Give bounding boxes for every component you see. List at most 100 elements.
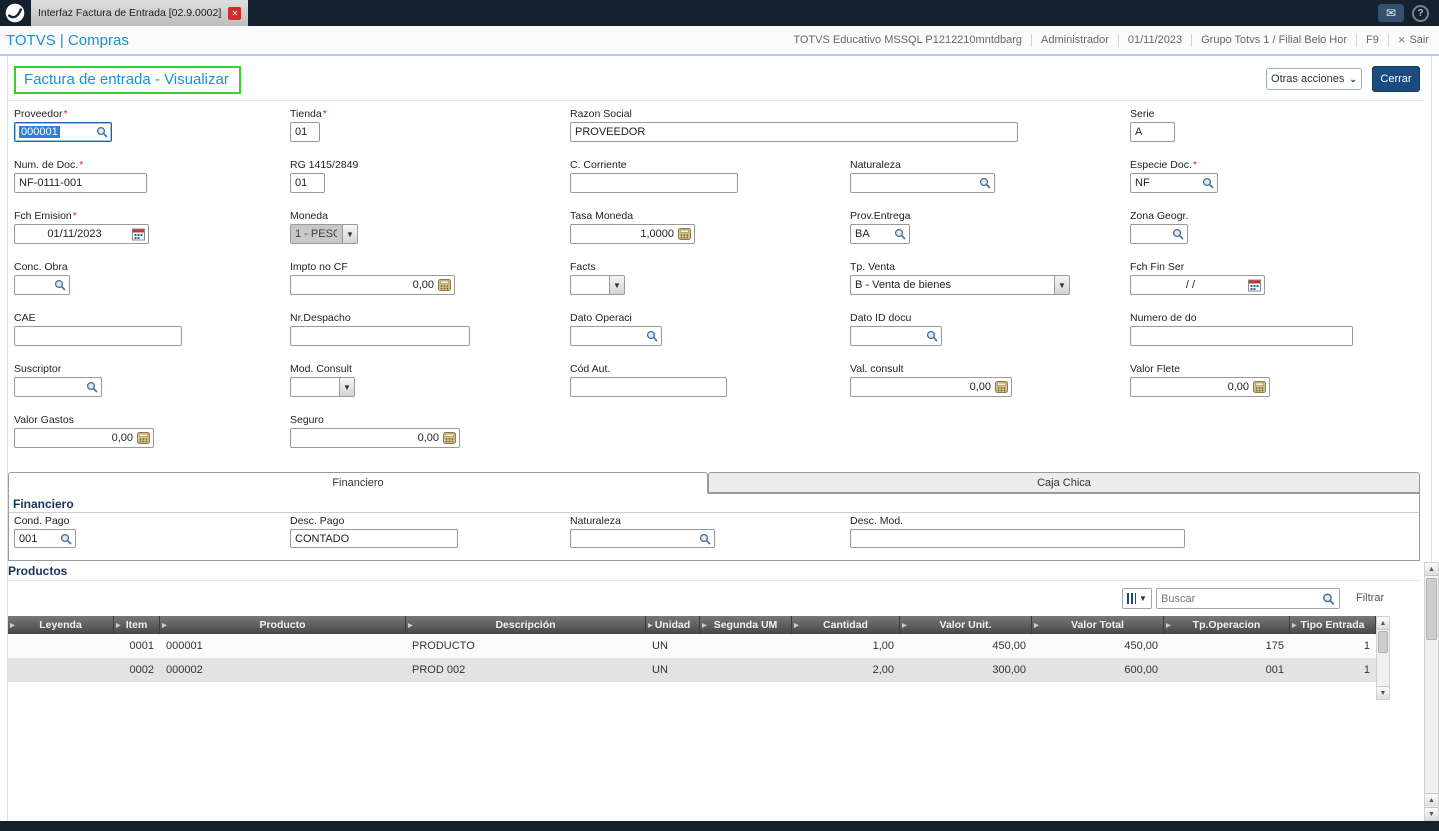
column-header-cantidad[interactable]: ▶ Cantidad [792,616,900,634]
rg-input[interactable]: 01 [290,173,325,193]
tab-caja-chica[interactable]: Caja Chica [708,472,1420,493]
field-label: Valor Gastos [14,414,74,426]
window-tab[interactable]: Interfaz Factura de Entrada [02.9.0002] … [31,0,249,26]
calendar-icon[interactable] [1248,279,1261,292]
exit-button[interactable]: Sair [1409,34,1429,46]
mod-consult-select[interactable]: ▼ [290,377,355,397]
scroll-up-icon[interactable]: ▲ [1377,617,1389,630]
proveedor-input[interactable]: 000001 [14,122,112,142]
calculator-icon[interactable] [438,279,451,291]
cod-aut-input[interactable] [570,377,727,397]
cond-pago-input[interactable]: 001 [14,529,76,548]
nr-despacho-input[interactable] [290,326,470,346]
column-header-unidad[interactable]: ▶ Unidad [646,616,700,634]
column-header-producto[interactable]: ▶ Producto [160,616,406,634]
search-icon[interactable] [894,228,906,240]
valor-gastos-input[interactable]: 0,00 [14,428,154,448]
search-icon[interactable] [60,533,72,545]
calculator-icon[interactable] [443,432,456,444]
search-icon[interactable] [699,533,711,545]
zona-geogr-input[interactable] [1130,224,1188,244]
search-icon[interactable] [926,330,938,342]
grid-search-input[interactable] [1161,590,1317,607]
naturaleza-input[interactable] [850,173,995,193]
calculator-icon[interactable] [678,228,691,240]
desc-pago-input[interactable]: CONTADO [290,529,458,548]
scroll-down-icon[interactable]: ▼ [1425,807,1438,820]
especie-doc-input[interactable]: NF [1130,173,1218,193]
column-header-leyenda[interactable]: ▶ Leyenda [8,616,114,634]
search-icon[interactable] [54,279,66,291]
fch-emision-input[interactable]: 01/11/2023 [14,224,149,244]
grid-columns-button[interactable]: ▼ [1122,588,1152,609]
calendar-icon[interactable] [132,228,145,241]
suscriptor-input[interactable] [14,377,102,397]
table-row[interactable]: 0001 000001 PRODUCTO UN 1,00 450,00 450,… [8,634,1376,658]
column-header-tipo-entrada[interactable]: ▶ Tipo Entrada [1290,616,1376,634]
column-header-item[interactable]: ▶ Item [114,616,160,634]
search-icon[interactable] [1322,592,1335,605]
search-icon[interactable] [1202,177,1214,189]
prov-entrega-input[interactable]: BA [850,224,910,244]
page-vertical-scrollbar[interactable]: ▲ ▲ ▼ [1424,562,1439,821]
title-separator [8,100,1424,101]
scroll-up-icon[interactable]: ▲ [1425,793,1438,806]
serie-input[interactable]: A [1130,122,1175,142]
cae-input[interactable] [14,326,182,346]
field-label: CAE [14,312,36,324]
dropdown-arrow-icon[interactable]: ▼ [609,276,624,294]
tab-close-icon[interactable]: ✕ [228,6,242,20]
impto-no-cf-input[interactable]: 0,00 [290,275,455,295]
table-row[interactable]: 0002 000002 PROD 002 UN 2,00 300,00 600,… [8,658,1376,682]
search-icon[interactable] [979,177,991,189]
column-header-tp-operacion[interactable]: ▶ Tp.Operacion [1164,616,1290,634]
cell-unidad: UN [652,664,668,676]
tasa-moneda-input[interactable]: 1,0000 [570,224,695,244]
conc-obra-input[interactable] [14,275,70,295]
column-header-valor-unit[interactable]: ▶ Valor Unit. [900,616,1032,634]
calculator-icon[interactable] [995,381,1008,393]
column-header-descripcion[interactable]: ▶ Descripción [406,616,646,634]
calculator-icon[interactable] [137,432,150,444]
column-header-segunda-um[interactable]: ▶ Segunda UM [700,616,792,634]
help-icon[interactable]: ? [1412,4,1429,22]
dato-operaci-input[interactable] [570,326,662,346]
divider [1191,33,1193,47]
module-title: TOTVS | Compras [6,31,129,49]
desc-mod-input[interactable] [850,529,1185,548]
grid-vertical-scrollbar[interactable]: ▲ ▼ [1376,616,1390,700]
search-icon[interactable] [96,126,108,138]
dato-id-docu-input[interactable] [850,326,942,346]
seguro-input[interactable]: 0,00 [290,428,460,448]
fch-fin-ser-input[interactable]: / / [1130,275,1265,295]
c-corriente-input[interactable] [570,173,738,193]
val-consult-input[interactable]: 0,00 [850,377,1012,397]
tienda-input[interactable]: 01 [290,122,320,142]
scrollbar-thumb[interactable] [1426,578,1437,640]
scroll-up-icon[interactable]: ▲ [1425,563,1438,576]
moneda-select[interactable]: 1 - PESC ▼ [290,224,358,244]
otras-acciones-button[interactable]: Otras acciones ⌄ [1266,68,1362,90]
mail-icon[interactable]: ✉ [1378,4,1404,22]
calculator-icon[interactable] [1253,381,1266,393]
num-doc-input[interactable]: NF-0111-001 [14,173,147,193]
search-icon[interactable] [86,381,98,393]
tab-financiero[interactable]: Financiero [8,472,708,494]
razon-social-input[interactable]: PROVEEDOR [570,122,1018,142]
valor-flete-input[interactable]: 0,00 [1130,377,1270,397]
cerrar-button[interactable]: Cerrar [1372,66,1420,92]
search-icon[interactable] [646,330,658,342]
numero-de-do-input[interactable] [1130,326,1353,346]
filtrar-link[interactable]: Filtrar [1356,592,1384,604]
dropdown-arrow-icon[interactable]: ▼ [339,378,354,396]
f9-shortcut[interactable]: F9 [1366,34,1379,46]
naturaleza-financiero-input[interactable] [570,529,715,548]
scroll-down-icon[interactable]: ▼ [1377,686,1389,699]
dropdown-arrow-icon[interactable]: ▼ [342,225,357,243]
column-header-valor-total[interactable]: ▶ Valor Total [1032,616,1164,634]
scrollbar-thumb[interactable] [1378,631,1388,653]
dropdown-arrow-icon[interactable]: ▼ [1054,276,1069,294]
search-icon[interactable] [1172,228,1184,240]
tp-venta-select[interactable]: B - Venta de bienes ▼ [850,275,1070,295]
facts-select[interactable]: ▼ [570,275,625,295]
